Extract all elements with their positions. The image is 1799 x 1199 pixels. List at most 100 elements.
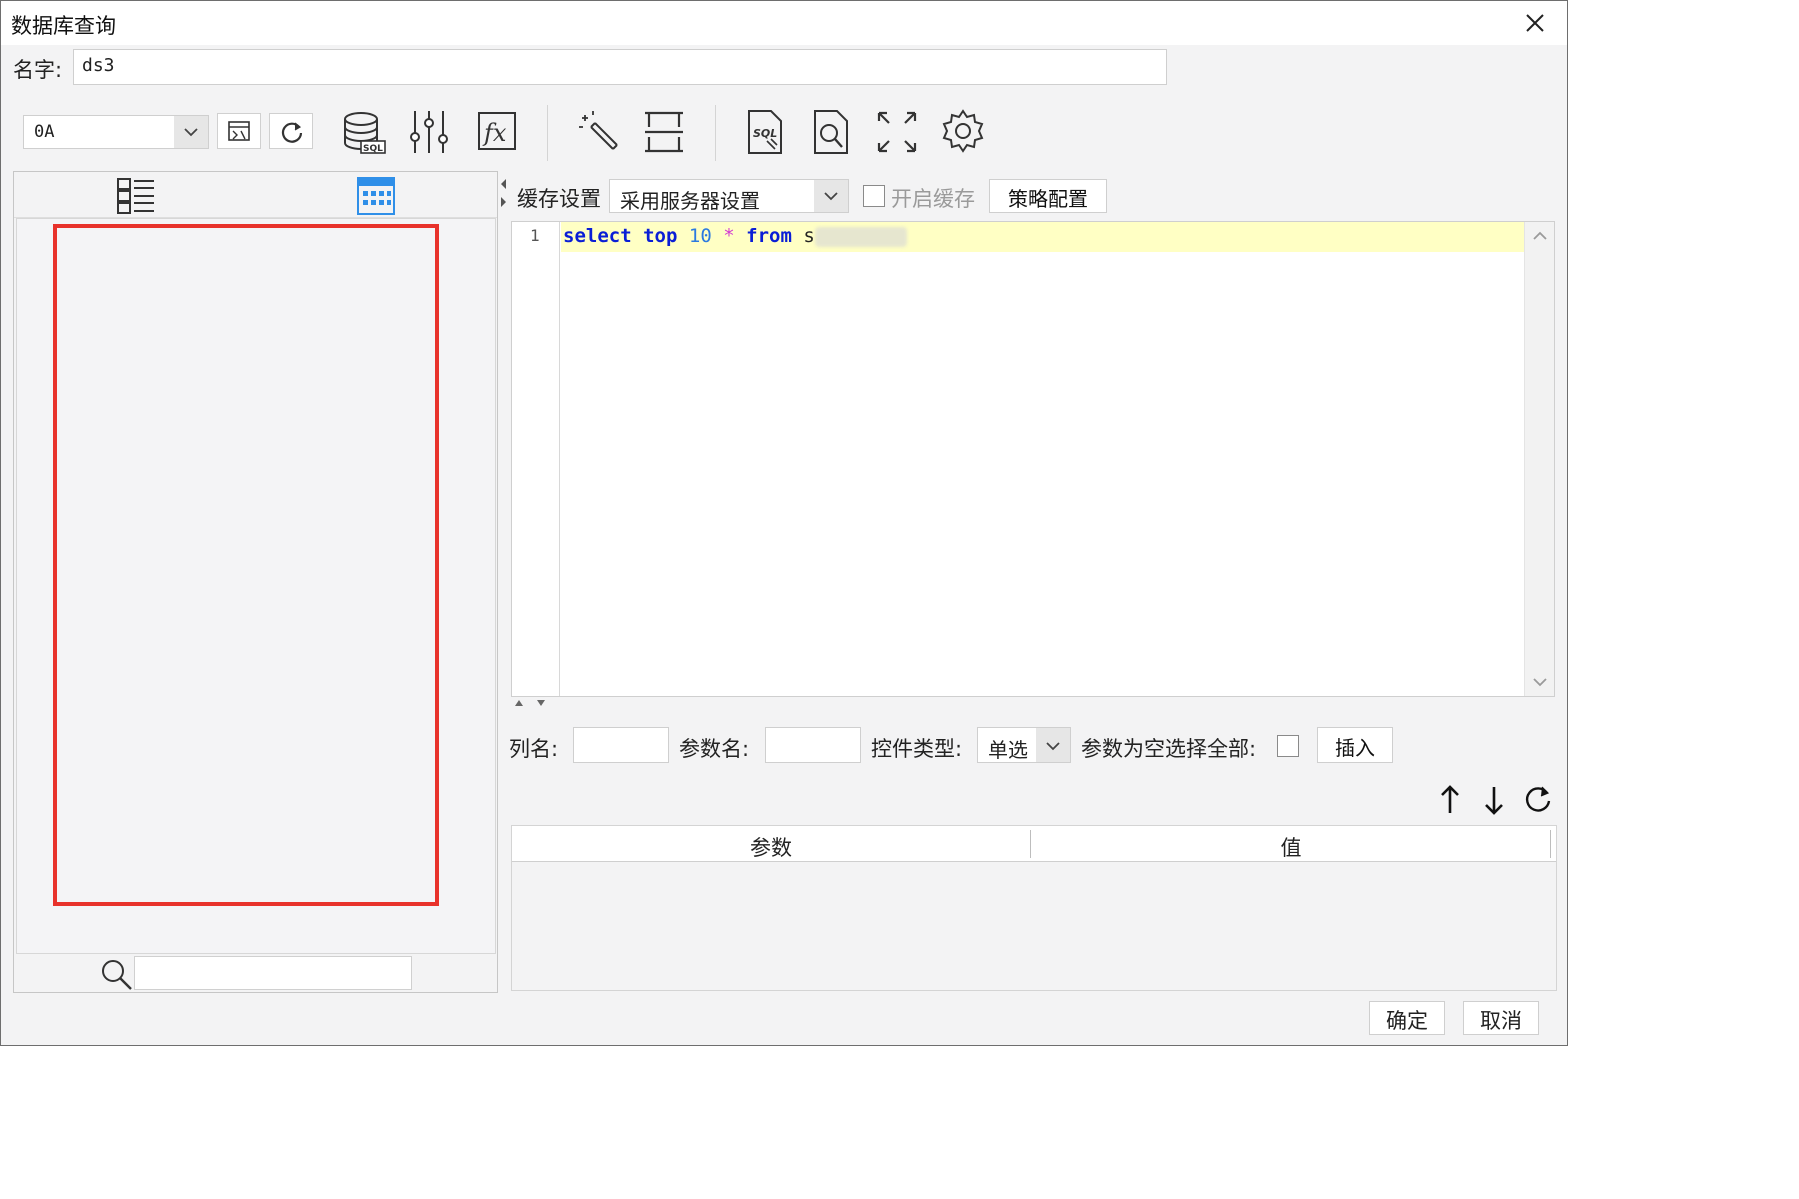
- toolbar-separator: [547, 105, 548, 161]
- control-type-select[interactable]: 单选: [977, 727, 1071, 763]
- close-icon: [1526, 14, 1544, 32]
- svg-text:SQL: SQL: [363, 144, 383, 154]
- formula-icon: fx: [478, 112, 516, 150]
- title-bar: 数据库查询: [1, 1, 1567, 45]
- tab-list-view[interactable]: [116, 176, 156, 216]
- svg-text:fx: fx: [482, 119, 507, 147]
- sql-keyword-from: from: [746, 225, 792, 247]
- control-type-label: 控件类型:: [871, 737, 963, 761]
- name-label: 名字:: [13, 58, 63, 82]
- sql-number: 10: [688, 225, 712, 247]
- header-param: 参数: [750, 836, 792, 860]
- grid-view-icon: [357, 177, 395, 215]
- name-input[interactable]: ds3: [73, 49, 1167, 85]
- layout-icon: [645, 111, 683, 153]
- ok-button[interactable]: 确定: [1369, 1001, 1445, 1035]
- close-button[interactable]: [1513, 5, 1557, 41]
- sql-editor[interactable]: 1 select top 10 * from s: [511, 221, 1555, 697]
- refresh-button[interactable]: [269, 113, 313, 149]
- sql-document-icon: SQL: [748, 110, 782, 154]
- refresh-icon: [1525, 786, 1551, 812]
- preview-icon: [228, 121, 250, 141]
- move-down-button[interactable]: [1477, 783, 1511, 817]
- enable-cache-checkbox[interactable]: [863, 185, 885, 207]
- magic-wand-button[interactable]: [573, 107, 623, 157]
- strategy-config-button[interactable]: 策略配置: [989, 179, 1107, 213]
- blurred-table-name: [814, 226, 907, 247]
- cache-label: 缓存设置: [517, 187, 601, 211]
- table-search-bar: [14, 954, 497, 994]
- sql-document-button[interactable]: SQL: [741, 107, 791, 157]
- scroll-down-icon[interactable]: [1532, 676, 1548, 688]
- chevron-down-icon: [1046, 742, 1060, 751]
- scroll-up-icon[interactable]: [1532, 230, 1548, 242]
- formula-button[interactable]: fx: [473, 107, 523, 157]
- search-icon: [102, 960, 132, 990]
- table-tree[interactable]: [16, 218, 496, 954]
- enable-cache-label: 开启缓存: [891, 187, 975, 211]
- control-type-value: 单选: [988, 738, 1028, 762]
- splitter-collapse-icon[interactable]: [499, 177, 507, 213]
- name-row: 名字: ds3: [1, 45, 1567, 89]
- expand-icon: [877, 111, 917, 153]
- search-document-icon: [814, 110, 848, 154]
- cache-settings-row: 缓存设置 采用服务器设置 开启缓存 策略配置: [511, 177, 1561, 217]
- settings-icon: [942, 109, 984, 153]
- param-name-input[interactable]: [765, 727, 861, 763]
- column-name-label: 列名:: [509, 737, 559, 761]
- dialog-title: 数据库查询: [11, 14, 116, 38]
- move-up-button[interactable]: [1433, 783, 1467, 817]
- sql-keyword-select: select: [563, 225, 632, 247]
- search-document-button[interactable]: [807, 107, 857, 157]
- parameter-button[interactable]: [405, 107, 455, 157]
- database-sql-icon: SQL: [344, 112, 386, 154]
- header-divider[interactable]: [1550, 830, 1551, 858]
- arrow-down-icon: [1485, 787, 1503, 815]
- tab-grid-view[interactable]: [356, 176, 396, 216]
- list-view-icon: [117, 178, 154, 214]
- chevron-down-icon: [824, 192, 838, 201]
- magic-wand-icon: [579, 111, 618, 150]
- cache-mode-select[interactable]: 采用服务器设置: [609, 179, 849, 213]
- empty-select-all-label: 参数为空选择全部:: [1081, 737, 1257, 761]
- settings-button[interactable]: [939, 107, 989, 157]
- line-number: 1: [530, 226, 540, 245]
- highlight-box: [53, 224, 439, 906]
- datasource-value: 0A: [34, 122, 55, 142]
- cancel-button[interactable]: 取消: [1463, 1001, 1539, 1035]
- toolbar-separator: [715, 105, 716, 161]
- header-value: 值: [1280, 836, 1302, 860]
- parameter-table[interactable]: 参数 值: [511, 825, 1557, 991]
- line-number-gutter: 1: [512, 222, 560, 696]
- cache-mode-value: 采用服务器设置: [620, 189, 760, 213]
- parameter-order-controls: [1431, 783, 1555, 817]
- database-sql-button[interactable]: SQL: [339, 107, 389, 157]
- datasource-select[interactable]: 0A: [23, 115, 209, 149]
- view-tabs: [14, 172, 497, 218]
- column-name-input[interactable]: [573, 727, 669, 763]
- layout-button[interactable]: [641, 107, 691, 157]
- cache-dropdown-arrow[interactable]: [814, 180, 848, 212]
- toolbar: 0A SQL fx SQL: [1, 101, 1567, 165]
- sql-table-name: s: [803, 225, 815, 247]
- expand-button[interactable]: [873, 107, 923, 157]
- sql-star: *: [723, 225, 735, 247]
- insert-button[interactable]: 插入: [1317, 727, 1393, 763]
- parameter-table-header: 参数 值: [512, 826, 1556, 862]
- table-search-input[interactable]: [134, 956, 412, 990]
- refresh-params-button[interactable]: [1521, 783, 1555, 817]
- param-name-label: 参数名:: [679, 737, 750, 761]
- database-query-dialog: 数据库查询 名字: ds3 0A SQL fx SQL 缓存设置 采用服务器设置…: [0, 0, 1568, 1046]
- preview-button[interactable]: [217, 113, 261, 149]
- empty-select-all-checkbox[interactable]: [1277, 735, 1299, 757]
- arrow-up-icon: [1441, 785, 1459, 813]
- editor-scrollbar[interactable]: [1524, 222, 1554, 696]
- control-type-dropdown-arrow[interactable]: [1036, 728, 1070, 762]
- chevron-down-icon: [184, 128, 198, 137]
- sql-code-line[interactable]: select top 10 * from s: [561, 222, 1525, 252]
- editor-resize-icon[interactable]: [513, 698, 547, 708]
- refresh-icon: [281, 122, 303, 143]
- datasource-dropdown-arrow[interactable]: [174, 116, 208, 148]
- sql-keyword-top: top: [643, 225, 678, 247]
- svg-text:SQL: SQL: [753, 127, 777, 140]
